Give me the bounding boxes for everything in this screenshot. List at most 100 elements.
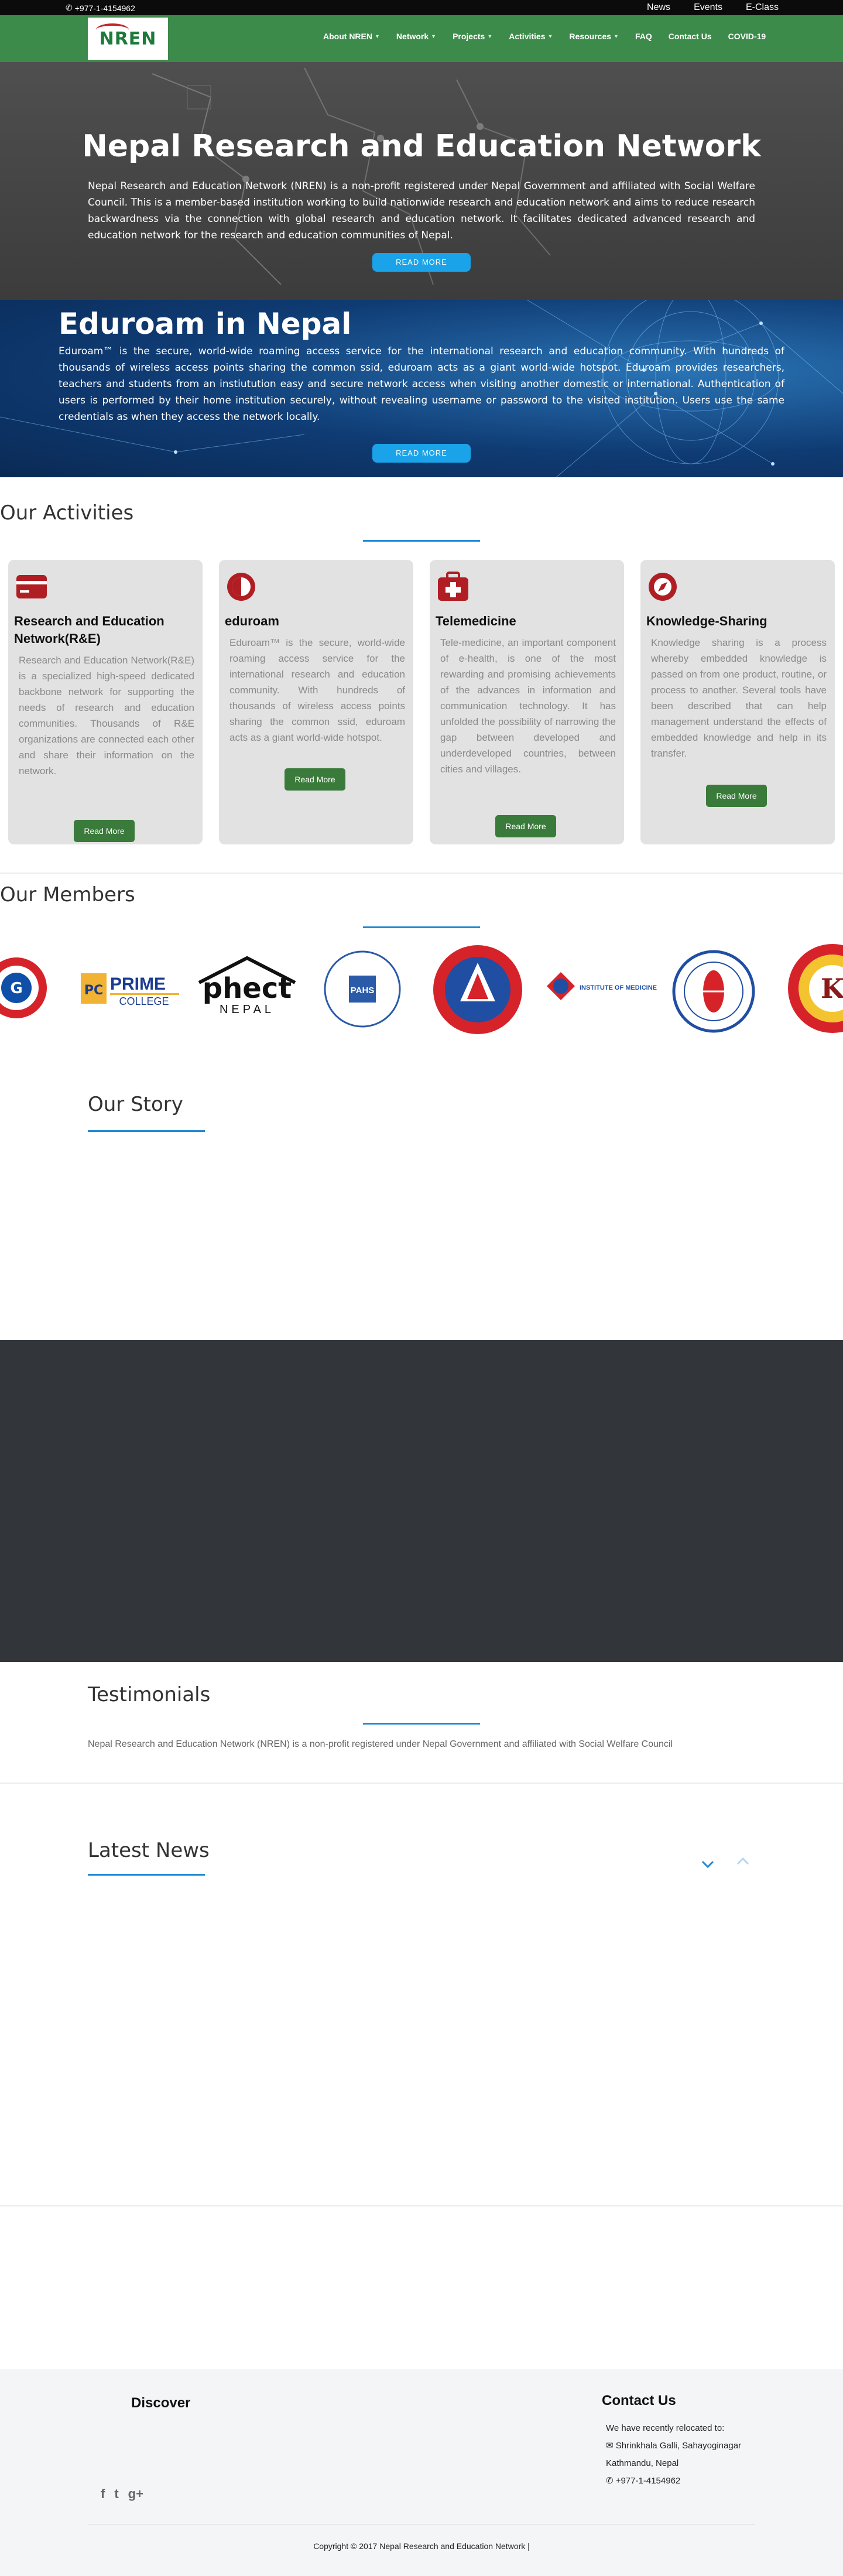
top-phone: ✆ +977-1-4154962 — [66, 3, 135, 13]
hero-text: Nepal Research and Education Network (NR… — [88, 180, 755, 241]
top-phone-number: +977-1-4154962 — [74, 3, 135, 13]
prime-college-logo[interactable]: PC PRIME COLLEGE — [78, 969, 181, 1010]
eduroam-section: Eduroam in Nepal Eduroam™ is the secure,… — [0, 300, 843, 477]
footer-copyright: Copyright © 2017 Nepal Research and Educ… — [313, 2541, 530, 2551]
activity-card-eduroam: eduroam Eduroam™ is the secure, world-wi… — [219, 560, 413, 844]
nav-network-label: Network — [396, 32, 429, 41]
news-underline — [88, 1874, 205, 1876]
hero-read-more-button[interactable]: READ MORE — [372, 253, 471, 272]
google-plus-icon[interactable]: g+ — [128, 2486, 143, 2502]
rne-read-more-button[interactable]: Read More — [74, 820, 135, 842]
top-link-eclass[interactable]: E-Class — [746, 2, 779, 13]
site-logo[interactable]: NREN — [88, 18, 168, 60]
contact-phone-line: ✆ +977-1-4154962 — [606, 2472, 741, 2490]
members-carousel: G PC PRIME COLLEGE phect NEPAL PAHS INST… — [0, 939, 843, 1039]
activity-card-telemedicine: Telemedicine Tele-medicine, an important… — [430, 560, 624, 844]
top-link-news[interactable]: News — [647, 2, 670, 13]
contact-line-4: +977-1-4154962 — [615, 2476, 681, 2486]
testimonials-title: Testimonials — [88, 1683, 211, 1706]
nav-activities[interactable]: Activities ▼ — [501, 32, 561, 41]
nav-projects[interactable]: Projects ▼ — [444, 32, 501, 41]
contact-line-1: We have recently relocated to: — [606, 2423, 725, 2433]
member-logo-1[interactable]: G — [0, 944, 53, 1032]
activity-card-title: eduroam — [225, 614, 279, 628]
patan-academy-logo[interactable]: PAHS — [318, 945, 406, 1033]
main-nav: About NREN ▼ Network ▼ Projects ▼ Activitie… — [315, 32, 774, 41]
phone-icon: ✆ — [606, 2476, 616, 2486]
envelope-icon: ✉ — [606, 2441, 616, 2451]
chevron-down-icon[interactable] — [701, 1857, 714, 1870]
nav-faq[interactable]: FAQ — [627, 32, 660, 41]
activities-title: Our Activities — [0, 501, 134, 525]
activity-card-knowledge: Knowledge-Sharing Knowledge sharing is a… — [640, 560, 835, 844]
nav-about[interactable]: About NREN ▼ — [315, 32, 388, 41]
site-footer: Discover Contact Us We have recently rel… — [0, 2369, 843, 2576]
footer-discover-title: Discover — [131, 2395, 191, 2411]
kathmandu-city-college-logo[interactable] — [670, 947, 758, 1035]
top-links: News Events E-Class — [647, 2, 779, 13]
chevron-up-icon[interactable] — [736, 1855, 749, 1868]
knowledge-read-more-button[interactable]: Read More — [706, 785, 767, 807]
nav-covid-label: COVID-19 — [728, 32, 766, 41]
nav-activities-label: Activities — [509, 32, 546, 41]
eduroam-read-more-button[interactable]: READ MORE — [372, 444, 471, 463]
main-header: NREN About NREN ▼ Network ▼ Projects ▼ Acti… — [0, 15, 843, 62]
contact-line-3: Kathmandu, Nepal — [606, 2458, 679, 2468]
twitter-icon[interactable]: t — [114, 2486, 118, 2502]
nav-faq-label: FAQ — [635, 32, 652, 41]
compass-icon — [649, 573, 677, 601]
institute-of-medicine-logo[interactable]: INSTITUTE OF MEDICINE — [543, 969, 658, 1010]
contact-address-line: ✉ Shrinkhala Galli, Sahayoginagar — [606, 2437, 741, 2455]
testimonial-text: Nepal Research and Education Network (NR… — [88, 1739, 673, 1749]
eduroam-card-read-more-button[interactable]: Read More — [285, 768, 345, 791]
activities-cards: Research and Education Network(R&E) Rese… — [8, 560, 835, 844]
facebook-icon[interactable]: f — [101, 2486, 105, 2502]
nav-projects-label: Projects — [453, 32, 485, 41]
iom-text: INSTITUTE OF MEDICINE — [580, 984, 657, 991]
phect-mark: phect NEPAL — [198, 956, 296, 1016]
footer-contact-block: We have recently relocated to: ✉ Shrinkh… — [606, 2420, 741, 2490]
chevron-down-icon: ▼ — [547, 33, 553, 39]
testimonials-underline — [363, 1723, 480, 1725]
activity-card-text: Research and Education Network(R&E) is a… — [19, 655, 194, 776]
section-divider — [0, 2205, 843, 2206]
phect-nepal-logo[interactable]: phect NEPAL — [189, 955, 306, 1019]
section-divider — [0, 1783, 843, 1784]
news-title: Latest News — [88, 1839, 210, 1862]
chevron-down-icon: ▼ — [375, 33, 380, 39]
activity-card-text: Eduroam™ is the secure, world-wide roami… — [229, 637, 405, 743]
chevron-down-icon: ▼ — [614, 33, 619, 39]
nav-covid[interactable]: COVID-19 — [720, 32, 775, 41]
half-circle-icon — [227, 573, 255, 601]
members-underline — [363, 926, 480, 928]
social-links: f t g+ — [101, 2486, 143, 2502]
prime-text: PRIME — [110, 974, 166, 994]
logo-text: NREN — [99, 28, 157, 49]
pahs-text: PAHS — [351, 986, 375, 995]
story-underline — [88, 1130, 205, 1132]
telemedicine-read-more-button[interactable]: Read More — [495, 815, 556, 837]
top-bar: ✆ +977-1-4154962 News Events E-Class — [0, 0, 843, 15]
chevron-down-icon: ▼ — [431, 33, 437, 39]
contact-line-2: Shrinkhala Galli, Sahayoginagar — [615, 2441, 742, 2451]
phone-icon: ✆ — [66, 3, 73, 12]
footer-contact-title: Contact Us — [602, 2393, 676, 2409]
kathmandu-engineering-logo[interactable] — [431, 943, 525, 1036]
nav-contact[interactable]: Contact Us — [660, 32, 720, 41]
chevron-down-icon: ▼ — [487, 33, 493, 39]
nav-network[interactable]: Network ▼ — [388, 32, 444, 41]
medical-kit-icon — [438, 572, 468, 601]
nav-resources[interactable]: Resources ▼ — [561, 32, 627, 41]
iom-mark: INSTITUTE OF MEDICINE — [547, 972, 657, 1000]
member-logo-8[interactable]: K — [786, 942, 843, 1035]
phect-sub: NEPAL — [220, 1003, 275, 1016]
activity-card-title: Research and Education Network(R&E) — [14, 614, 165, 646]
hero-title: Nepal Research and Education Network — [82, 129, 761, 164]
dark-band-section — [0, 1340, 843, 1662]
card-icon — [16, 575, 47, 598]
story-title: Our Story — [88, 1093, 183, 1116]
members-title: Our Members — [0, 883, 135, 906]
prime-college-mark: PC PRIME COLLEGE — [81, 973, 179, 1007]
nav-resources-label: Resources — [569, 32, 612, 41]
top-link-events[interactable]: Events — [694, 2, 722, 13]
